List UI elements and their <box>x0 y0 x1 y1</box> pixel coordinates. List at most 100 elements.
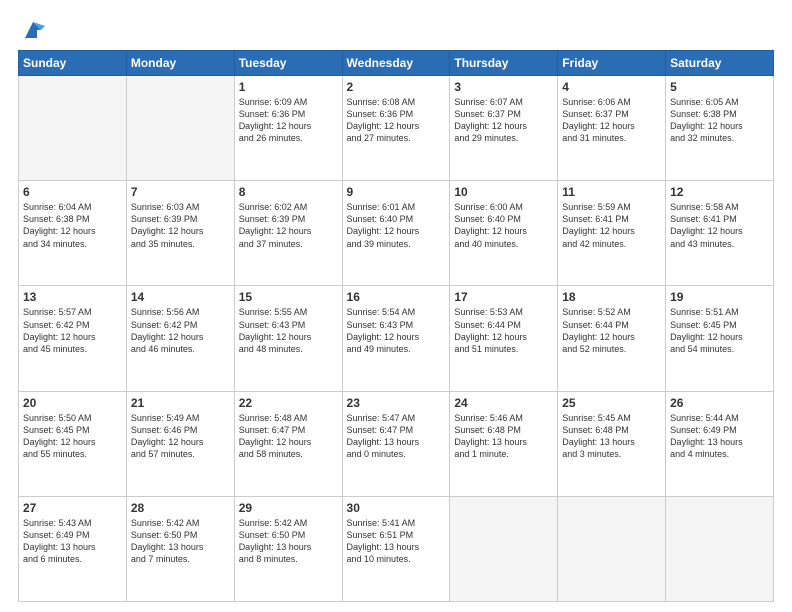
day-number: 3 <box>454 80 553 94</box>
day-number: 21 <box>131 396 230 410</box>
day-info: Sunrise: 5:57 AM Sunset: 6:42 PM Dayligh… <box>23 306 122 355</box>
day-info: Sunrise: 5:50 AM Sunset: 6:45 PM Dayligh… <box>23 412 122 461</box>
day-cell: 4 Sunrise: 6:06 AM Sunset: 6:37 PM Daylig… <box>558 76 666 181</box>
weekday-header-sunday: Sunday <box>19 51 127 76</box>
week-row-3: 13Sunrise: 5:57 AM Sunset: 6:42 PM Dayli… <box>19 286 774 391</box>
day-number: 6 <box>23 185 122 199</box>
day-cell: 16 Sunrise: 5:54 AM Sunset: 6:43 PM Dayli… <box>342 286 450 391</box>
day-number: 9 <box>347 185 446 199</box>
day-number: 4 <box>562 80 661 94</box>
day-info: Sunrise: 5:55 AM Sunset: 6:43 PM Dayligh… <box>239 306 338 355</box>
day-number: 29 <box>239 501 338 515</box>
day-info: Sunrise: 6:04 AM Sunset: 6:38 PM Dayligh… <box>23 201 122 250</box>
day-cell <box>126 76 234 181</box>
day-number: 28 <box>131 501 230 515</box>
day-cell: 9 Sunrise: 6:01 AM Sunset: 6:40 PM Daylig… <box>342 181 450 286</box>
day-cell: 20 Sunrise: 5:50 AM Sunset: 6:45 PM Dayli… <box>19 391 127 496</box>
week-row-5: 27 Sunrise: 5:43 AM Sunset: 6:49 PM Dayli… <box>19 496 774 601</box>
day-info: Sunrise: 5:51 AM Sunset: 6:45 PM Dayligh… <box>670 306 769 355</box>
day-info: Sunrise: 5:56 AM Sunset: 6:42 PM Dayligh… <box>131 306 230 355</box>
day-cell: 1 Sunrise: 6:09 AM Sunset: 6:36 PM Daylig… <box>234 76 342 181</box>
day-cell: 23Sunrise: 5:47 AM Sunset: 6:47 PM Dayli… <box>342 391 450 496</box>
day-info: Sunrise: 6:00 AM Sunset: 6:40 PM Dayligh… <box>454 201 553 250</box>
day-number: 26 <box>670 396 769 410</box>
day-cell: 10 Sunrise: 6:00 AM Sunset: 6:40 PM Dayli… <box>450 181 558 286</box>
day-number: 24 <box>454 396 553 410</box>
day-number: 18 <box>562 290 661 304</box>
day-number: 12 <box>670 185 769 199</box>
day-cell: 25Sunrise: 5:45 AM Sunset: 6:48 PM Dayli… <box>558 391 666 496</box>
day-cell: 24 Sunrise: 5:46 AM Sunset: 6:48 PM Dayli… <box>450 391 558 496</box>
day-info: Sunrise: 5:47 AM Sunset: 6:47 PM Dayligh… <box>347 412 446 461</box>
day-info: Sunrise: 6:07 AM Sunset: 6:37 PM Dayligh… <box>454 96 553 145</box>
day-info: Sunrise: 5:44 AM Sunset: 6:49 PM Dayligh… <box>670 412 769 461</box>
weekday-header-thursday: Thursday <box>450 51 558 76</box>
day-cell: 6 Sunrise: 6:04 AM Sunset: 6:38 PM Daylig… <box>19 181 127 286</box>
day-cell: 22Sunrise: 5:48 AM Sunset: 6:47 PM Dayli… <box>234 391 342 496</box>
day-cell: 29 Sunrise: 5:42 AM Sunset: 6:50 PM Dayli… <box>234 496 342 601</box>
calendar-table: SundayMondayTuesdayWednesdayThursdayFrid… <box>18 50 774 602</box>
day-cell: 7Sunrise: 6:03 AM Sunset: 6:39 PM Daylig… <box>126 181 234 286</box>
day-info: Sunrise: 6:06 AM Sunset: 6:37 PM Dayligh… <box>562 96 661 145</box>
day-info: Sunrise: 5:53 AM Sunset: 6:44 PM Dayligh… <box>454 306 553 355</box>
day-number: 2 <box>347 80 446 94</box>
day-cell: 5 Sunrise: 6:05 AM Sunset: 6:38 PM Daylig… <box>666 76 774 181</box>
day-info: Sunrise: 5:43 AM Sunset: 6:49 PM Dayligh… <box>23 517 122 566</box>
day-info: Sunrise: 6:02 AM Sunset: 6:39 PM Dayligh… <box>239 201 338 250</box>
day-cell: 2 Sunrise: 6:08 AM Sunset: 6:36 PM Daylig… <box>342 76 450 181</box>
day-number: 30 <box>347 501 446 515</box>
day-info: Sunrise: 5:42 AM Sunset: 6:50 PM Dayligh… <box>239 517 338 566</box>
day-cell: 17 Sunrise: 5:53 AM Sunset: 6:44 PM Dayli… <box>450 286 558 391</box>
day-number: 14 <box>131 290 230 304</box>
day-number: 17 <box>454 290 553 304</box>
weekday-header-friday: Friday <box>558 51 666 76</box>
day-cell: 15 Sunrise: 5:55 AM Sunset: 6:43 PM Dayli… <box>234 286 342 391</box>
day-cell: 21 Sunrise: 5:49 AM Sunset: 6:46 PM Dayli… <box>126 391 234 496</box>
day-cell: 13Sunrise: 5:57 AM Sunset: 6:42 PM Dayli… <box>19 286 127 391</box>
header <box>18 18 774 40</box>
day-number: 7 <box>131 185 230 199</box>
day-info: Sunrise: 6:09 AM Sunset: 6:36 PM Dayligh… <box>239 96 338 145</box>
day-number: 10 <box>454 185 553 199</box>
day-info: Sunrise: 5:46 AM Sunset: 6:48 PM Dayligh… <box>454 412 553 461</box>
week-row-4: 20 Sunrise: 5:50 AM Sunset: 6:45 PM Dayli… <box>19 391 774 496</box>
day-info: Sunrise: 5:54 AM Sunset: 6:43 PM Dayligh… <box>347 306 446 355</box>
day-number: 1 <box>239 80 338 94</box>
day-number: 11 <box>562 185 661 199</box>
day-cell: 3 Sunrise: 6:07 AM Sunset: 6:37 PM Daylig… <box>450 76 558 181</box>
day-cell: 26 Sunrise: 5:44 AM Sunset: 6:49 PM Dayli… <box>666 391 774 496</box>
day-number: 20 <box>23 396 122 410</box>
day-info: Sunrise: 5:41 AM Sunset: 6:51 PM Dayligh… <box>347 517 446 566</box>
day-info: Sunrise: 6:01 AM Sunset: 6:40 PM Dayligh… <box>347 201 446 250</box>
day-cell: 8 Sunrise: 6:02 AM Sunset: 6:39 PM Daylig… <box>234 181 342 286</box>
day-cell: 28Sunrise: 5:42 AM Sunset: 6:50 PM Dayli… <box>126 496 234 601</box>
day-number: 8 <box>239 185 338 199</box>
day-cell <box>450 496 558 601</box>
day-cell: 14 Sunrise: 5:56 AM Sunset: 6:42 PM Dayli… <box>126 286 234 391</box>
weekday-header-saturday: Saturday <box>666 51 774 76</box>
day-info: Sunrise: 5:48 AM Sunset: 6:47 PM Dayligh… <box>239 412 338 461</box>
day-number: 19 <box>670 290 769 304</box>
day-number: 5 <box>670 80 769 94</box>
day-number: 15 <box>239 290 338 304</box>
weekday-header-wednesday: Wednesday <box>342 51 450 76</box>
day-cell <box>666 496 774 601</box>
day-cell: 11 Sunrise: 5:59 AM Sunset: 6:41 PM Dayli… <box>558 181 666 286</box>
day-cell: 18 Sunrise: 5:52 AM Sunset: 6:44 PM Dayli… <box>558 286 666 391</box>
day-info: Sunrise: 6:08 AM Sunset: 6:36 PM Dayligh… <box>347 96 446 145</box>
weekday-header-tuesday: Tuesday <box>234 51 342 76</box>
day-cell: 27 Sunrise: 5:43 AM Sunset: 6:49 PM Dayli… <box>19 496 127 601</box>
day-cell: 30 Sunrise: 5:41 AM Sunset: 6:51 PM Dayli… <box>342 496 450 601</box>
day-cell: 19 Sunrise: 5:51 AM Sunset: 6:45 PM Dayli… <box>666 286 774 391</box>
day-number: 16 <box>347 290 446 304</box>
day-info: Sunrise: 5:59 AM Sunset: 6:41 PM Dayligh… <box>562 201 661 250</box>
logo-icon <box>21 20 45 40</box>
day-info: Sunrise: 5:52 AM Sunset: 6:44 PM Dayligh… <box>562 306 661 355</box>
weekday-header-monday: Monday <box>126 51 234 76</box>
week-row-2: 6 Sunrise: 6:04 AM Sunset: 6:38 PM Daylig… <box>19 181 774 286</box>
page: SundayMondayTuesdayWednesdayThursdayFrid… <box>0 0 792 612</box>
day-number: 27 <box>23 501 122 515</box>
day-info: Sunrise: 6:05 AM Sunset: 6:38 PM Dayligh… <box>670 96 769 145</box>
day-info: Sunrise: 5:49 AM Sunset: 6:46 PM Dayligh… <box>131 412 230 461</box>
day-info: Sunrise: 5:45 AM Sunset: 6:48 PM Dayligh… <box>562 412 661 461</box>
